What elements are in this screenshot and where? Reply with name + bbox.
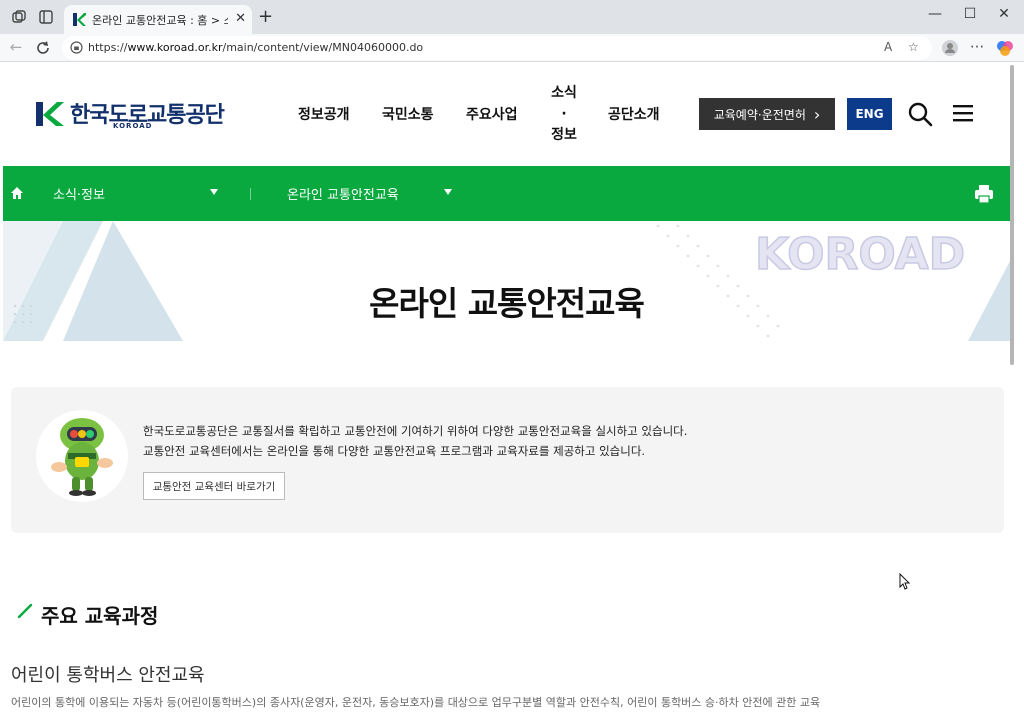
intro-box: 한국도로교통공단은 교통질서를 확립하고 교통안전에 기여하기 위하여 다양한 … (11, 387, 1004, 533)
nav-info-disclosure[interactable]: 정보공개 (298, 104, 350, 124)
breadcrumb-bar: 소식·정보 온라인 교통안전교육 (3, 166, 1010, 221)
caret-down-icon[interactable] (210, 189, 218, 195)
nav-news-info[interactable]: 소식 · 정보 (549, 83, 579, 146)
copilot-icon[interactable] (995, 38, 1015, 58)
tab-title: 온라인 교통안전교육 : 홈 > 소식 (92, 14, 228, 27)
maximize-button[interactable]: ☐ (955, 6, 985, 22)
nav-about[interactable]: 공단소개 (608, 104, 660, 124)
site-info-icon[interactable] (70, 41, 83, 54)
koroad-watermark: KOROAD (755, 229, 965, 280)
url-field[interactable]: https://www.koroad.or.kr/main/content/vi… (62, 36, 932, 60)
print-icon[interactable] (974, 184, 994, 204)
mascot-character-image (36, 410, 128, 502)
nav-main-business[interactable]: 주요사업 (466, 104, 518, 124)
tab-actions-icon[interactable] (37, 8, 55, 26)
minimize-button[interactable]: — (920, 6, 950, 22)
course-description: 어린이의 통학에 이용되는 자동차 등(어린이통학버스)의 종사자(운영자, 운… (11, 696, 821, 709)
vertical-scrollbar[interactable] (1010, 65, 1014, 365)
browser-tab-bar: 온라인 교통안전교육 : 홈 > 소식 ✕ + — ☐ ✕ (0, 0, 1024, 34)
close-window-button[interactable]: ✕ (989, 6, 1019, 22)
read-aloud-icon[interactable]: A (884, 40, 892, 54)
url-text: https://www.koroad.or.kr/main/content/vi… (88, 41, 424, 54)
breadcrumb-level1[interactable]: 소식·정보 (53, 184, 105, 203)
active-tab[interactable]: 온라인 교통안전교육 : 홈 > 소식 ✕ (64, 5, 252, 34)
education-license-button[interactable]: 교육예약·운전면허 › (699, 98, 835, 130)
intro-text: 한국도로교통공단은 교통질서를 확립하고 교통안전에 기여하기 위하여 다양한 … (143, 424, 688, 458)
english-button[interactable]: ENG (847, 98, 892, 130)
tab-close-icon[interactable]: ✕ (235, 11, 246, 26)
section-title: 주요 교육과정 (41, 604, 159, 628)
mouse-pointer-icon (899, 573, 911, 590)
hero-banner: KOROAD 온라인 교통안전교육 (3, 221, 1010, 349)
reload-icon[interactable] (33, 38, 53, 58)
address-bar-row: ← https://www.koroad.or.kr/main/content/… (0, 34, 1024, 62)
new-tab-button[interactable]: + (258, 6, 273, 27)
breadcrumb-divider (250, 188, 251, 200)
nav-public-communication[interactable]: 국민소통 (382, 104, 434, 124)
koroad-logo[interactable]: 한국도로교통공단 KOROAD (35, 97, 225, 131)
home-icon[interactable] (10, 186, 24, 200)
koroad-logo-mark-icon (36, 102, 64, 126)
page-viewport: 한국도로교통공단 KOROAD 정보공개 국민소통 주요사업 소식 · 정보 공… (0, 63, 1024, 728)
page-content: 한국도로교통공단 KOROAD 정보공개 국민소통 주요사업 소식 · 정보 공… (3, 63, 1010, 728)
caret-down-icon[interactable] (444, 189, 452, 195)
hamburger-menu-icon[interactable] (952, 103, 974, 123)
favorite-star-icon[interactable]: ☆ (908, 40, 919, 54)
chevron-right-icon: › (813, 104, 821, 124)
more-menu-icon[interactable]: ··· (967, 38, 987, 58)
section-slash-icon (17, 603, 33, 619)
page-title: 온라인 교통안전교육 (369, 284, 645, 323)
koroad-favicon-icon (73, 13, 86, 26)
back-icon[interactable]: ← (6, 38, 26, 58)
workspaces-icon[interactable] (10, 8, 28, 26)
education-center-link-button[interactable]: 교통안전 교육센터 바로가기 (143, 472, 285, 500)
profile-avatar-icon[interactable] (940, 38, 960, 58)
breadcrumb-level2[interactable]: 온라인 교통안전교육 (287, 184, 399, 203)
search-icon[interactable] (907, 101, 933, 127)
logo-subtext: KOROAD (113, 122, 153, 130)
course-title: 어린이 통학버스 안전교육 (11, 665, 205, 686)
